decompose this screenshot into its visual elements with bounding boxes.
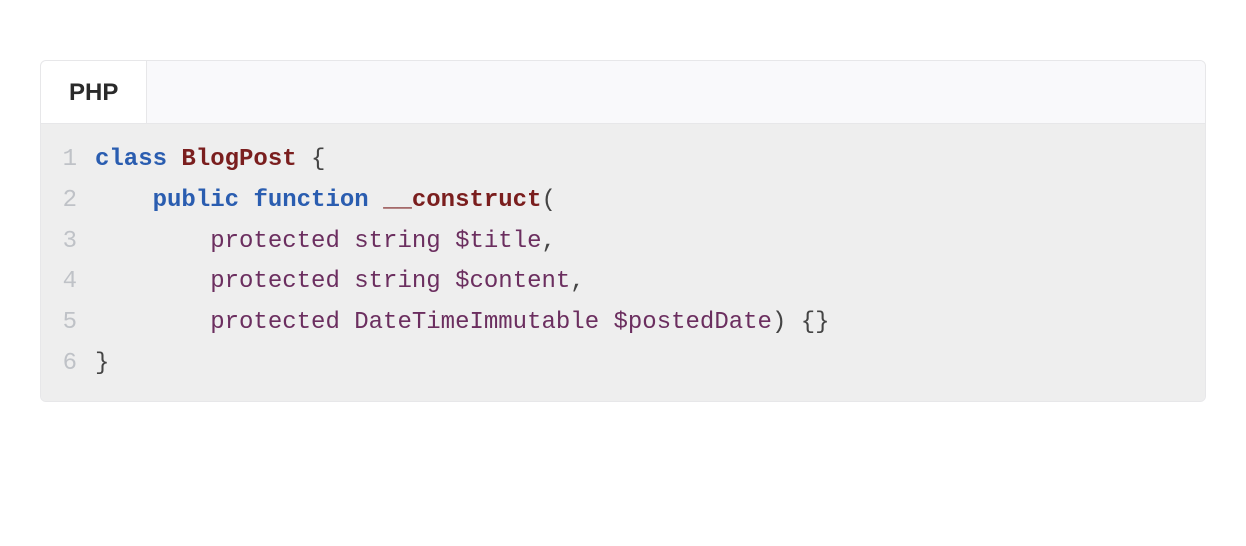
token-paren: (	[542, 187, 556, 214]
line-number: 3	[41, 222, 95, 263]
token-space	[340, 228, 354, 255]
line-number: 6	[41, 344, 95, 385]
token-indent	[95, 187, 153, 214]
token-type: DateTimeImmutable	[354, 309, 599, 336]
token-space	[441, 268, 455, 295]
token-indent	[95, 268, 210, 295]
code-body: 1 class BlogPost { 2 public function __c…	[41, 124, 1205, 401]
line-number: 4	[41, 262, 95, 303]
token-space	[369, 187, 383, 214]
token-brace: }	[95, 350, 109, 377]
token-space	[786, 309, 800, 336]
code-line: 4 protected string $content,	[41, 262, 1205, 303]
token-type: string	[354, 268, 440, 295]
code-line: 6 }	[41, 344, 1205, 385]
token-variable: $title	[455, 228, 541, 255]
token-type: string	[354, 228, 440, 255]
token-space	[297, 146, 311, 173]
token-modifier: protected	[210, 228, 340, 255]
token-keyword: function	[253, 187, 368, 214]
code-content: protected string $title,	[95, 222, 1205, 263]
token-variable: $content	[455, 268, 570, 295]
code-line: 5 protected DateTimeImmutable $postedDat…	[41, 303, 1205, 344]
tab-php[interactable]: PHP	[41, 61, 147, 123]
token-modifier: protected	[210, 268, 340, 295]
code-content: }	[95, 344, 1205, 385]
code-line: 1 class BlogPost {	[41, 140, 1205, 181]
page: PHP 1 class BlogPost { 2 public function…	[0, 0, 1246, 442]
token-space	[441, 228, 455, 255]
token-space	[340, 309, 354, 336]
token-space	[239, 187, 253, 214]
token-space	[599, 309, 613, 336]
token-space	[167, 146, 181, 173]
token-comma: ,	[570, 268, 584, 295]
token-modifier: protected	[210, 309, 340, 336]
token-classname: BlogPost	[181, 146, 296, 173]
tab-bar: PHP	[41, 61, 1205, 124]
code-line: 3 protected string $title,	[41, 222, 1205, 263]
token-indent	[95, 309, 210, 336]
token-function: __construct	[383, 187, 541, 214]
token-paren: )	[772, 309, 786, 336]
code-content: class BlogPost {	[95, 140, 1205, 181]
code-line: 2 public function __construct(	[41, 181, 1205, 222]
token-comma: ,	[542, 228, 556, 255]
token-indent	[95, 228, 210, 255]
token-brace: {	[311, 146, 325, 173]
code-content: protected string $content,	[95, 262, 1205, 303]
line-number: 2	[41, 181, 95, 222]
line-number: 1	[41, 140, 95, 181]
token-braces: {}	[801, 309, 830, 336]
token-keyword: class	[95, 146, 167, 173]
token-variable: $postedDate	[614, 309, 772, 336]
token-keyword: public	[153, 187, 239, 214]
code-block: PHP 1 class BlogPost { 2 public function…	[40, 60, 1206, 402]
token-space	[340, 268, 354, 295]
line-number: 5	[41, 303, 95, 344]
code-content: protected DateTimeImmutable $postedDate)…	[95, 303, 1205, 344]
code-content: public function __construct(	[95, 181, 1205, 222]
